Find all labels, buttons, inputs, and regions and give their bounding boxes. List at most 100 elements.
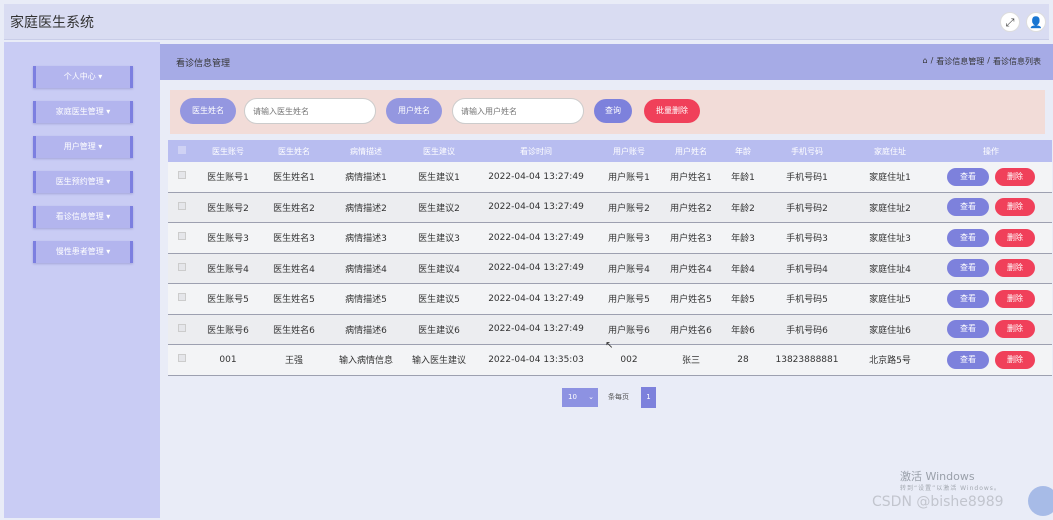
home-icon[interactable]: ⌂	[923, 56, 928, 67]
table-cell: 医生建议1	[418, 173, 460, 184]
search-bar: 医生姓名 用户姓名 查询 批量删除	[170, 90, 1045, 134]
sidebar: 个人中心 ▾ 家庭医生管理 ▾ 用户管理 ▾ 医生预约管理 ▾ 看诊信息管理 ▾…	[4, 42, 160, 518]
table-cell: 北京路5号	[869, 356, 911, 367]
table-cell: 手机号码2	[786, 203, 828, 214]
row-checkbox[interactable]	[168, 354, 196, 365]
user-name-input[interactable]	[452, 98, 584, 124]
table-cell: 张三	[681, 356, 700, 367]
table-header: 医生账号 医生姓名 病情描述 医生建议 看诊时间 用户账号 用户姓名 年龄 手机…	[168, 140, 1052, 162]
row-checkbox[interactable]	[168, 323, 196, 335]
view-button[interactable]: 查看	[947, 228, 989, 247]
table-cell: 输入病情信息	[338, 356, 393, 367]
breadcrumb-item-consultation[interactable]: 看诊信息管理	[936, 56, 984, 67]
view-button[interactable]: 查看	[947, 198, 989, 217]
page-size-select[interactable]: 10 ⌄	[562, 388, 598, 407]
row-actions: 查看 删除	[930, 198, 1052, 217]
table-cell: 用户账号6	[608, 325, 650, 336]
table-cell: 用户姓名2	[670, 203, 712, 214]
table-cell: 用户姓名6	[670, 325, 712, 336]
csdn-watermark: CSDN @bishe8989	[872, 494, 1004, 510]
view-button[interactable]: 查看	[947, 167, 989, 186]
table-cell: 2022-04-04 13:35:03	[488, 354, 584, 365]
delete-button[interactable]: 删除	[995, 198, 1035, 217]
delete-button[interactable]: 删除	[995, 167, 1035, 186]
view-button[interactable]: 查看	[947, 320, 989, 339]
view-button[interactable]: 查看	[947, 350, 989, 369]
table-cell: 13823888881	[775, 354, 839, 365]
row-actions: 查看 删除	[930, 320, 1052, 339]
table-cell: 手机号码3	[786, 234, 828, 245]
select-all-checkbox[interactable]	[168, 146, 196, 156]
column-header[interactable]: 用户姓名	[660, 146, 722, 157]
row-checkbox[interactable]	[168, 232, 196, 243]
page-size-value: 10	[568, 393, 577, 401]
table-cell: 年龄6	[731, 325, 755, 336]
row-actions: 查看 删除	[930, 228, 1052, 247]
delete-button[interactable]: 删除	[995, 320, 1035, 339]
delete-button[interactable]: 删除	[995, 289, 1035, 308]
column-header[interactable]: 医生建议	[404, 146, 474, 157]
delete-button[interactable]: 删除	[995, 350, 1035, 369]
table-cell: 年龄4	[731, 264, 755, 275]
chevron-down-icon: ⌄	[588, 393, 594, 401]
column-header[interactable]: 医生姓名	[260, 146, 328, 157]
batch-delete-button[interactable]: 批量删除	[644, 99, 700, 123]
table-cell: 病情描述6	[345, 325, 387, 336]
user-name-label: 用户姓名	[386, 98, 442, 124]
corner-widget[interactable]	[1028, 486, 1053, 516]
page-title: 看诊信息管理	[176, 59, 231, 69]
header-bar: 看诊信息管理 ⌂ / 看诊信息管理 / 看诊信息列表	[160, 44, 1053, 80]
table-cell: 医生建议4	[418, 264, 460, 275]
row-actions: 查看 删除	[930, 350, 1052, 369]
table-row: 医生账号1 医生姓名1 病情描述1 医生建议1 2022-04-04 13:27:49 用…	[168, 162, 1052, 193]
delete-button[interactable]: 删除	[995, 228, 1035, 247]
column-header[interactable]: 年龄	[722, 146, 764, 157]
sidebar-item-chronic-patients[interactable]: 慢性患者管理 ▾	[33, 241, 133, 263]
page-button-current[interactable]: 1	[641, 387, 656, 408]
table-cell: 医生账号6	[207, 325, 249, 336]
table-cell: 用户账号2	[608, 203, 650, 214]
user-icon[interactable]: 👤	[1026, 12, 1046, 32]
table-cell: 年龄5	[731, 295, 755, 306]
column-header[interactable]: 家庭住址	[850, 146, 930, 157]
table-cell: 医生姓名1	[273, 173, 315, 184]
table-cell: 病情描述4	[345, 264, 387, 275]
row-checkbox[interactable]	[168, 201, 196, 213]
table-cell: 用户账号5	[608, 295, 650, 306]
column-header[interactable]: 看诊时间	[474, 146, 598, 157]
column-header[interactable]: 用户账号	[598, 146, 660, 157]
fullscreen-icon[interactable]: ⤢	[1000, 12, 1020, 32]
delete-button[interactable]: 删除	[995, 259, 1035, 278]
table-cell: 王强	[284, 356, 303, 367]
row-checkbox[interactable]	[168, 262, 196, 274]
table-cell: 用户姓名5	[670, 295, 712, 306]
table-cell: 医生姓名2	[273, 203, 315, 214]
view-button[interactable]: 查看	[947, 259, 989, 278]
breadcrumb-separator: /	[930, 56, 934, 65]
doctor-name-label: 医生姓名	[180, 98, 236, 124]
table-cell: 医生建议6	[418, 325, 460, 336]
doctor-name-input[interactable]	[244, 98, 376, 124]
column-header[interactable]: 病情描述	[328, 146, 404, 157]
sidebar-item-personal-center[interactable]: 个人中心 ▾	[33, 66, 133, 88]
table-cell: 家庭住址1	[869, 173, 911, 184]
table-cell: 家庭住址6	[869, 325, 911, 336]
row-actions: 查看 删除	[930, 289, 1052, 308]
row-checkbox[interactable]	[168, 171, 196, 182]
column-header[interactable]: 医生账号	[196, 146, 260, 157]
breadcrumb-item-list: 看诊信息列表	[993, 57, 1041, 66]
table-cell: 手机号码5	[786, 295, 828, 306]
sidebar-item-appointment[interactable]: 医生预约管理 ▾	[33, 171, 133, 193]
table-cell: 用户姓名3	[670, 234, 712, 245]
table-cell: 002	[620, 354, 638, 365]
sidebar-item-consultation[interactable]: 看诊信息管理 ▾	[33, 206, 133, 228]
row-checkbox[interactable]	[168, 293, 196, 304]
sidebar-item-family-doctor[interactable]: 家庭医生管理 ▾	[33, 101, 133, 123]
sidebar-item-user-management[interactable]: 用户管理 ▾	[33, 136, 133, 158]
table-cell: 医生建议2	[418, 203, 460, 214]
table-row: 医生账号5 医生姓名5 病情描述5 医生建议5 2022-04-04 13:27:49 用…	[168, 284, 1052, 315]
query-button[interactable]: 查询	[594, 99, 632, 123]
view-button[interactable]: 查看	[947, 289, 989, 308]
column-header[interactable]: 手机号码	[764, 146, 850, 157]
table-cell: 2022-04-04 13:27:49	[488, 293, 584, 304]
